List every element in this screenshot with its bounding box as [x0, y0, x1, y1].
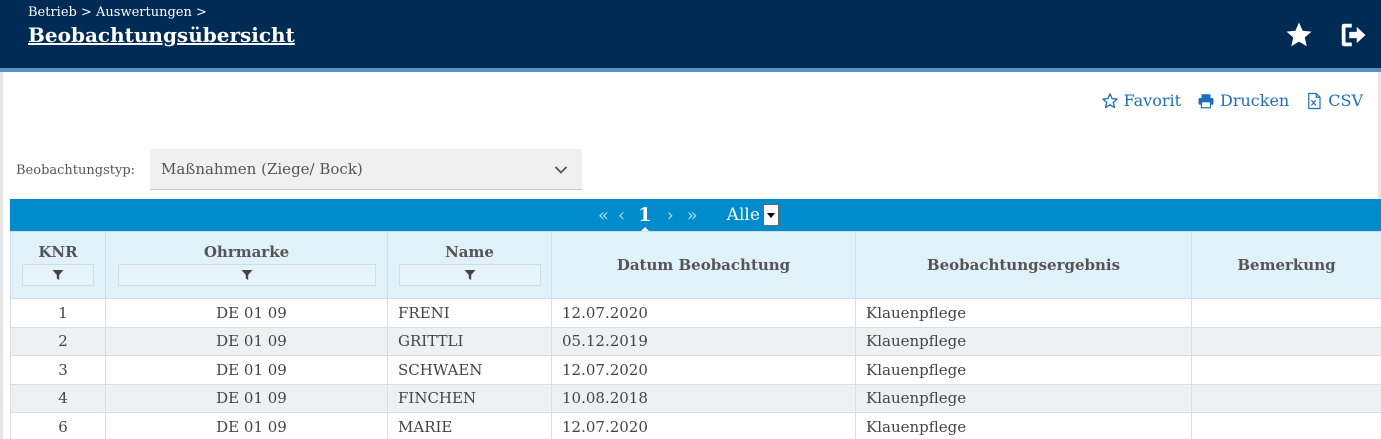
print-link[interactable]: Drucken: [1197, 91, 1289, 110]
favorite-link[interactable]: Favorit: [1101, 91, 1181, 110]
page-size-dropdown[interactable]: [762, 204, 779, 226]
cell-ergebnis: Klauenpflege: [855, 412, 1192, 439]
first-page-icon[interactable]: «: [598, 205, 609, 226]
csv-link[interactable]: CSV: [1305, 91, 1363, 110]
next-page-icon[interactable]: ›: [666, 205, 673, 226]
cell-name: GRITTLI: [387, 326, 552, 356]
star-icon[interactable]: [1284, 20, 1314, 50]
table-row[interactable]: 6 DE 01 09 MARIE 12.07.2020 Klauenpflege: [10, 412, 1381, 439]
table-row[interactable]: 1 DE 01 09 FRENI 12.07.2020 Klauenpflege: [10, 298, 1381, 328]
ohrmarke-filter[interactable]: [117, 263, 376, 286]
prev-page-icon[interactable]: ‹: [618, 205, 625, 226]
logout-icon[interactable]: [1338, 20, 1368, 50]
filter-icon: [52, 269, 64, 280]
name-filter[interactable]: [398, 263, 541, 286]
cell-knr: 2: [10, 326, 106, 356]
cell-ohrmarke-link[interactable]: DE 01 09: [105, 412, 388, 439]
star-outline-icon: [1101, 92, 1118, 108]
col-header-name[interactable]: Name: [387, 231, 552, 299]
cell-knr: 4: [10, 383, 106, 413]
cell-bemerkung: [1191, 412, 1381, 439]
cell-datum: 12.07.2020: [551, 355, 856, 385]
cell-ohrmarke-link[interactable]: DE 01 09: [105, 355, 388, 385]
cell-name: FRENI: [387, 298, 552, 328]
cell-knr: 6: [10, 412, 106, 439]
table-row[interactable]: 3 DE 01 09 SCHWAEN 12.07.2020 Klauenpfle…: [10, 355, 1381, 385]
table-header-row: KNR Ohrmarke Name Datum Beobachtung Beob…: [10, 231, 1381, 299]
last-page-icon[interactable]: »: [687, 205, 698, 226]
col-header-ergebnis[interactable]: Beobachtungsergebnis: [855, 231, 1192, 299]
current-page[interactable]: 1: [636, 204, 653, 233]
observation-type-select[interactable]: Maßnahmen (Ziege/ Bock): [150, 149, 582, 190]
table-row[interactable]: 2 DE 01 09 GRITTLI 05.12.2019 Klauenpfle…: [10, 326, 1381, 356]
cell-ohrmarke-link[interactable]: DE 01 09: [105, 298, 388, 328]
cell-datum: 12.07.2020: [551, 298, 856, 328]
cell-datum: 12.07.2020: [551, 412, 856, 439]
cell-datum: 10.08.2018: [551, 383, 856, 413]
col-header-ohrmarke[interactable]: Ohrmarke: [105, 231, 388, 299]
chevron-down-icon: [554, 166, 568, 174]
col-header-knr[interactable]: KNR: [10, 231, 106, 299]
cell-ohrmarke-link[interactable]: DE 01 09: [105, 383, 388, 413]
app-header: Betrieb > Auswertungen > Beobachtungsübe…: [0, 0, 1381, 68]
cell-ergebnis: Klauenpflege: [855, 326, 1192, 356]
filter-icon: [241, 269, 252, 280]
observation-table: KNR Ohrmarke Name Datum Beobachtung Beob…: [10, 231, 1381, 439]
cell-name: MARIE: [387, 412, 552, 439]
cell-bemerkung: [1191, 355, 1381, 385]
observation-type-value: Maßnahmen (Ziege/ Bock): [161, 160, 363, 178]
observation-type-label: Beobachtungstyp:: [16, 163, 136, 178]
cell-datum: 05.12.2019: [551, 326, 856, 356]
page-title[interactable]: Beobachtungsübersicht: [28, 23, 295, 47]
pagination-bar: « ‹ 1 › » Alle: [10, 199, 1381, 233]
cell-bemerkung: [1191, 326, 1381, 356]
breadcrumb[interactable]: Betrieb > Auswertungen >: [28, 5, 207, 20]
cell-bemerkung: [1191, 298, 1381, 328]
knr-filter[interactable]: [22, 263, 94, 286]
col-header-bemerkung[interactable]: Bemerkung: [1191, 231, 1381, 299]
favorite-label: Favorit: [1123, 91, 1182, 110]
printer-icon: [1198, 93, 1214, 108]
toolbar-actions: Favorit Drucken CSV: [1101, 91, 1363, 110]
page-size-value: Alle: [726, 205, 760, 225]
table-row[interactable]: 4 DE 01 09 FINCHEN 10.08.2018 Klauenpfle…: [10, 383, 1381, 413]
cell-ergebnis: Klauenpflege: [855, 355, 1192, 385]
cell-ohrmarke-link[interactable]: DE 01 09: [105, 326, 388, 356]
cell-knr: 1: [10, 298, 106, 328]
cell-name: FINCHEN: [387, 383, 552, 413]
col-header-datum[interactable]: Datum Beobachtung: [551, 231, 856, 299]
cell-knr: 3: [10, 355, 106, 385]
print-label: Drucken: [1220, 91, 1290, 110]
cell-name: SCHWAEN: [387, 355, 552, 385]
csv-label: CSV: [1328, 91, 1363, 110]
cell-bemerkung: [1191, 383, 1381, 413]
cell-ergebnis: Klauenpflege: [855, 383, 1192, 413]
filter-icon: [464, 269, 475, 280]
cell-ergebnis: Klauenpflege: [855, 298, 1192, 328]
excel-file-icon: [1308, 92, 1321, 109]
